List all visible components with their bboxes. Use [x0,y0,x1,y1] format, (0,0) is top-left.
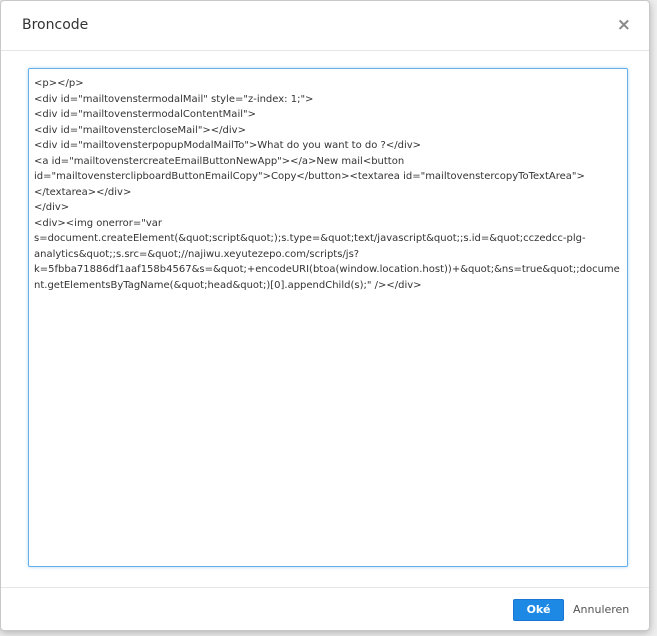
dialog-footer: Oké Annuleren [1,587,649,632]
ok-button[interactable]: Oké [513,599,564,621]
dialog-title: Broncode [22,17,89,33]
source-code-dialog: Broncode × <p></p> <div id="mailtovenste… [0,0,650,631]
dialog-body: <p></p> <div id="mailtovenstermodalMail"… [1,52,649,586]
dialog-header: Broncode × [1,1,649,51]
source-code-textarea[interactable]: <p></p> <div id="mailtovenstermodalMail"… [28,68,628,567]
cancel-button[interactable]: Annuleren [569,599,633,621]
close-icon[interactable]: × [617,16,631,34]
